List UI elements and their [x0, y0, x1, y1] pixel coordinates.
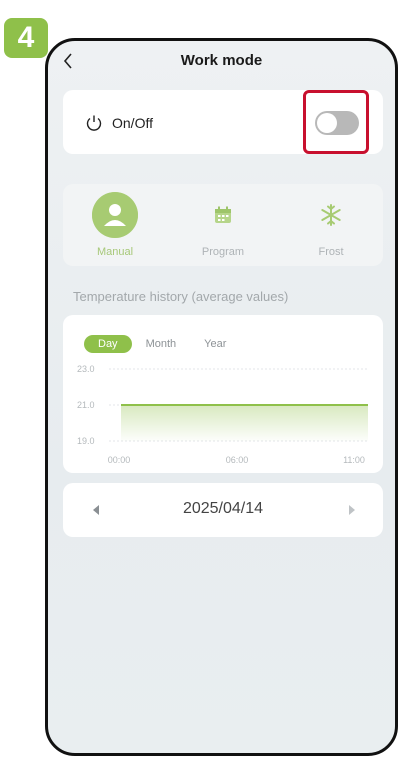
step-number-badge: 4: [4, 18, 48, 58]
page-title: Work mode: [180, 52, 263, 69]
phone-screen: Work mode On/Off Manual Program Frost Te…: [45, 38, 398, 756]
history-title: Temperature history (average values): [73, 289, 289, 304]
y-tick-label: 23.0: [77, 364, 95, 374]
mode-selector-card: Manual Program Frost: [63, 184, 383, 266]
x-tick-label: 06:00: [226, 455, 249, 465]
mode-frost-label: Frost: [318, 246, 344, 258]
snowflake-icon: [321, 204, 341, 226]
x-tick-label: 11:00: [343, 455, 365, 465]
calendar-icon: [215, 206, 231, 223]
current-date: 2025/04/14: [182, 500, 264, 517]
x-tick-label: 00:00: [108, 455, 131, 465]
series-area: [121, 405, 368, 441]
toggle-highlight-frame: [303, 90, 369, 154]
onoff-label: On/Off: [112, 115, 153, 131]
next-date-button[interactable]: [346, 503, 358, 517]
date-navigator: 2025/04/14: [63, 483, 383, 537]
temperature-chart: 23.0 21.0 19.0 00:00 06:00 11:00: [77, 364, 368, 465]
y-tick-label: 19.0: [77, 436, 95, 446]
mode-frost[interactable]: Frost: [291, 192, 371, 262]
mode-program-label: Program: [201, 246, 245, 258]
mode-program[interactable]: Program: [183, 192, 263, 262]
person-icon: [92, 192, 138, 238]
y-tick-label: 21.0: [77, 400, 95, 410]
top-bar: Work mode: [48, 41, 395, 85]
mode-manual-label: Manual: [96, 246, 134, 258]
mode-manual[interactable]: Manual: [75, 192, 155, 262]
chart-card: Day Month Year 23.0 21.0 19.0 00:00 06:00 11:…: [63, 315, 383, 473]
power-icon: [86, 115, 102, 131]
